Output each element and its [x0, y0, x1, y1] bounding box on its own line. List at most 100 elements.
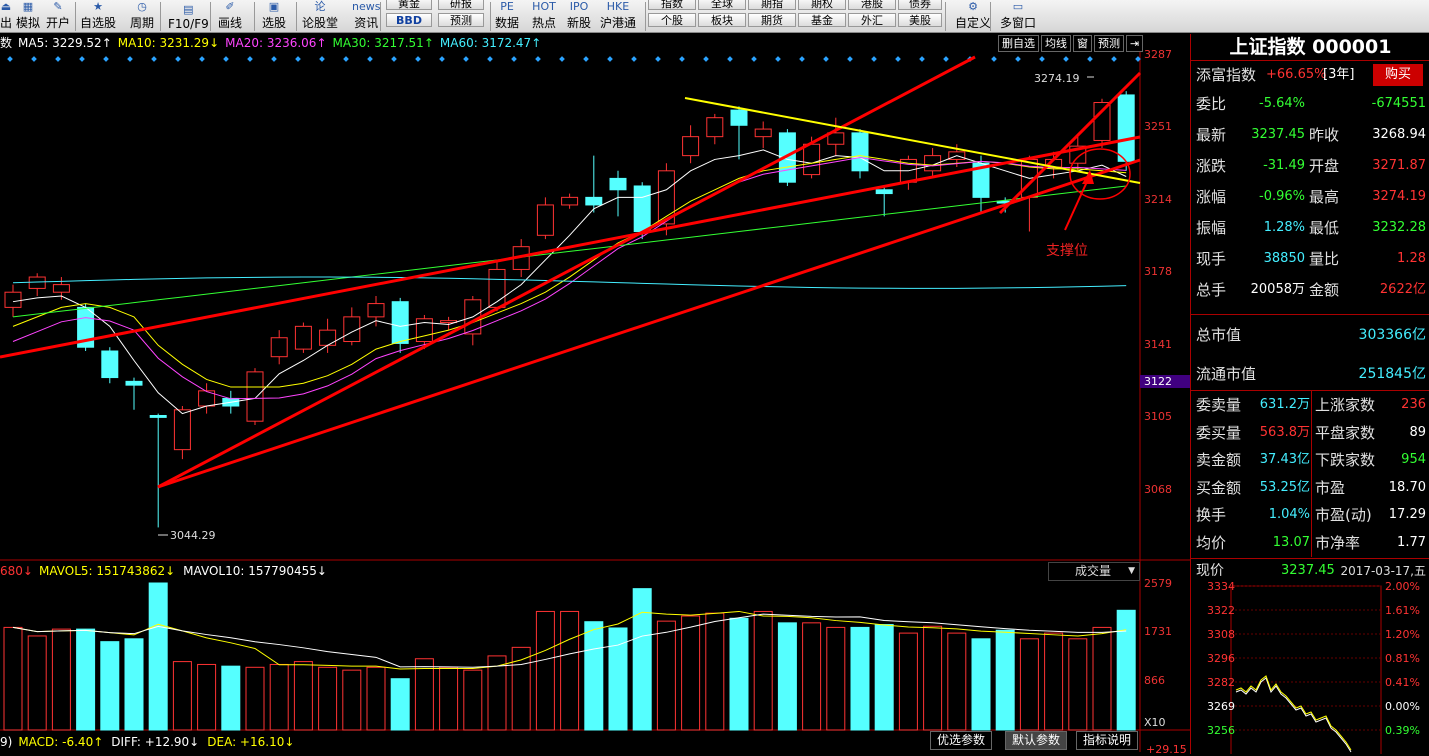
toolbar-window-button[interactable]: ▭ 多窗口: [1000, 0, 1036, 33]
bbd-button[interactable]: BBD: [386, 13, 432, 27]
candle-body[interactable]: [609, 177, 627, 191]
volume-bar[interactable]: [27, 635, 47, 731]
toolbar-news-button[interactable]: news 资讯: [352, 0, 380, 33]
volume-bar[interactable]: [535, 610, 555, 731]
volume-bar[interactable]: [656, 620, 676, 731]
volume-bar[interactable]: [632, 588, 652, 731]
candle-body[interactable]: [52, 284, 70, 293]
toolbar-hke-button[interactable]: HKE 沪港通: [600, 0, 636, 33]
candle-body[interactable]: [4, 291, 22, 308]
volume-bar[interactable]: [1092, 626, 1112, 731]
candle-body[interactable]: [319, 329, 337, 346]
volume-bar[interactable]: [608, 627, 628, 731]
volume-bar[interactable]: [1044, 632, 1064, 731]
fund-button[interactable]: 基金: [798, 13, 846, 27]
toolbar-star-button[interactable]: ★ 自选股: [80, 0, 116, 33]
options-button[interactable]: 期权: [798, 0, 846, 10]
toolbar-exit-button[interactable]: ⏏ 出: [0, 0, 12, 33]
kline-chart[interactable]: [0, 52, 1190, 752]
volume-bar[interactable]: [318, 666, 338, 731]
delete-watchlist-button[interactable]: 删自选: [998, 35, 1039, 52]
volume-bar[interactable]: [100, 641, 120, 731]
volume-bar[interactable]: [221, 665, 241, 731]
candle-body[interactable]: [149, 415, 167, 418]
toolbar-screen-button[interactable]: ▣ 选股: [262, 0, 286, 33]
toolbar-custom-button[interactable]: ⚙ 自定义: [955, 0, 991, 33]
volume-bar[interactable]: [342, 669, 362, 731]
volume-bar[interactable]: [729, 617, 749, 731]
candle-body[interactable]: [173, 409, 191, 451]
candle-body[interactable]: [536, 204, 554, 236]
volume-bar[interactable]: [995, 629, 1015, 731]
toolbar-simulate-button[interactable]: ▦ 模拟: [16, 0, 40, 33]
volume-dropdown[interactable]: 成交量 ▼: [1048, 562, 1140, 581]
index-button[interactable]: 指数: [648, 0, 696, 10]
candle-body[interactable]: [730, 109, 748, 126]
volume-bar[interactable]: [826, 626, 846, 731]
gold-button[interactable]: 黄金: [386, 0, 432, 10]
volume-bar[interactable]: [3, 626, 23, 731]
indicator-help-tab[interactable]: 指标说明: [1076, 731, 1139, 750]
global-button[interactable]: 全球: [698, 0, 746, 10]
volume-bar[interactable]: [245, 666, 265, 731]
candle-body[interactable]: [803, 143, 821, 176]
volume-bar[interactable]: [414, 658, 434, 731]
volume-bar[interactable]: [197, 663, 217, 731]
toolbar-forum-button[interactable]: 论论股堂: [302, 0, 338, 33]
volume-bar[interactable]: [439, 666, 459, 731]
volume-bar[interactable]: [681, 615, 701, 731]
volume-bar[interactable]: [1116, 609, 1136, 731]
volume-bar[interactable]: [777, 622, 797, 731]
futures-button[interactable]: 期货: [748, 13, 796, 27]
research-button[interactable]: 研报: [438, 0, 484, 10]
candle-body[interactable]: [1093, 102, 1111, 141]
collapse-icon[interactable]: ⇥: [1126, 35, 1144, 52]
volume-bar[interactable]: [802, 622, 822, 731]
candle-body[interactable]: [125, 380, 143, 386]
volume-bar[interactable]: [51, 628, 71, 731]
toolbar-pen-button[interactable]: ✐ 画线: [218, 0, 242, 33]
volume-bar[interactable]: [366, 666, 386, 731]
stock-button[interactable]: 个股: [648, 13, 696, 27]
volume-bar[interactable]: [1068, 638, 1088, 731]
volume-bar[interactable]: [560, 610, 580, 731]
predict-button[interactable]: 预测: [1094, 35, 1124, 52]
candle-body[interactable]: [1117, 94, 1135, 162]
volume-bar[interactable]: [463, 669, 483, 731]
candle-body[interactable]: [706, 117, 724, 138]
toolbar-pe-button[interactable]: PE 数据: [495, 0, 519, 33]
toolbar-document-button[interactable]: ▤ F10/F9: [168, 0, 209, 33]
volume-bar[interactable]: [1019, 638, 1039, 731]
candle-body[interactable]: [246, 371, 264, 422]
candle-body[interactable]: [682, 136, 700, 157]
optimal-params-tab[interactable]: 优选参数: [930, 731, 993, 750]
candle-body[interactable]: [391, 301, 409, 344]
volume-bar[interactable]: [874, 624, 894, 731]
volume-bar[interactable]: [124, 638, 144, 731]
volume-bar[interactable]: [705, 612, 725, 731]
volume-bar[interactable]: [947, 632, 967, 731]
volume-bar[interactable]: [753, 610, 773, 731]
volume-bar[interactable]: [898, 632, 918, 731]
candle-body[interactable]: [585, 196, 603, 206]
forecast-button[interactable]: 预测: [438, 13, 484, 27]
window-button[interactable]: 窗: [1073, 35, 1092, 52]
toolbar-hot-button[interactable]: HOT 热点: [532, 0, 556, 33]
candle-body[interactable]: [101, 350, 119, 379]
ma-button[interactable]: 均线: [1041, 35, 1071, 52]
candle-body[interactable]: [875, 189, 893, 195]
volume-bar[interactable]: [76, 628, 96, 731]
sector-button[interactable]: 板块: [698, 13, 746, 27]
volume-bar[interactable]: [148, 582, 168, 731]
candle-body[interactable]: [270, 337, 288, 358]
candle-body[interactable]: [561, 196, 579, 206]
volume-bar[interactable]: [923, 625, 943, 731]
bond-button[interactable]: 债券: [898, 0, 942, 10]
candle-body[interactable]: [367, 303, 385, 318]
us-stock-button[interactable]: 美股: [898, 13, 942, 27]
futures-index-button[interactable]: 期指: [748, 0, 796, 10]
toolbar-ipo-button[interactable]: IPO 新股: [567, 0, 591, 33]
forex-button[interactable]: 外汇: [848, 13, 896, 27]
volume-bar[interactable]: [971, 638, 991, 731]
volume-bar[interactable]: [390, 678, 410, 731]
